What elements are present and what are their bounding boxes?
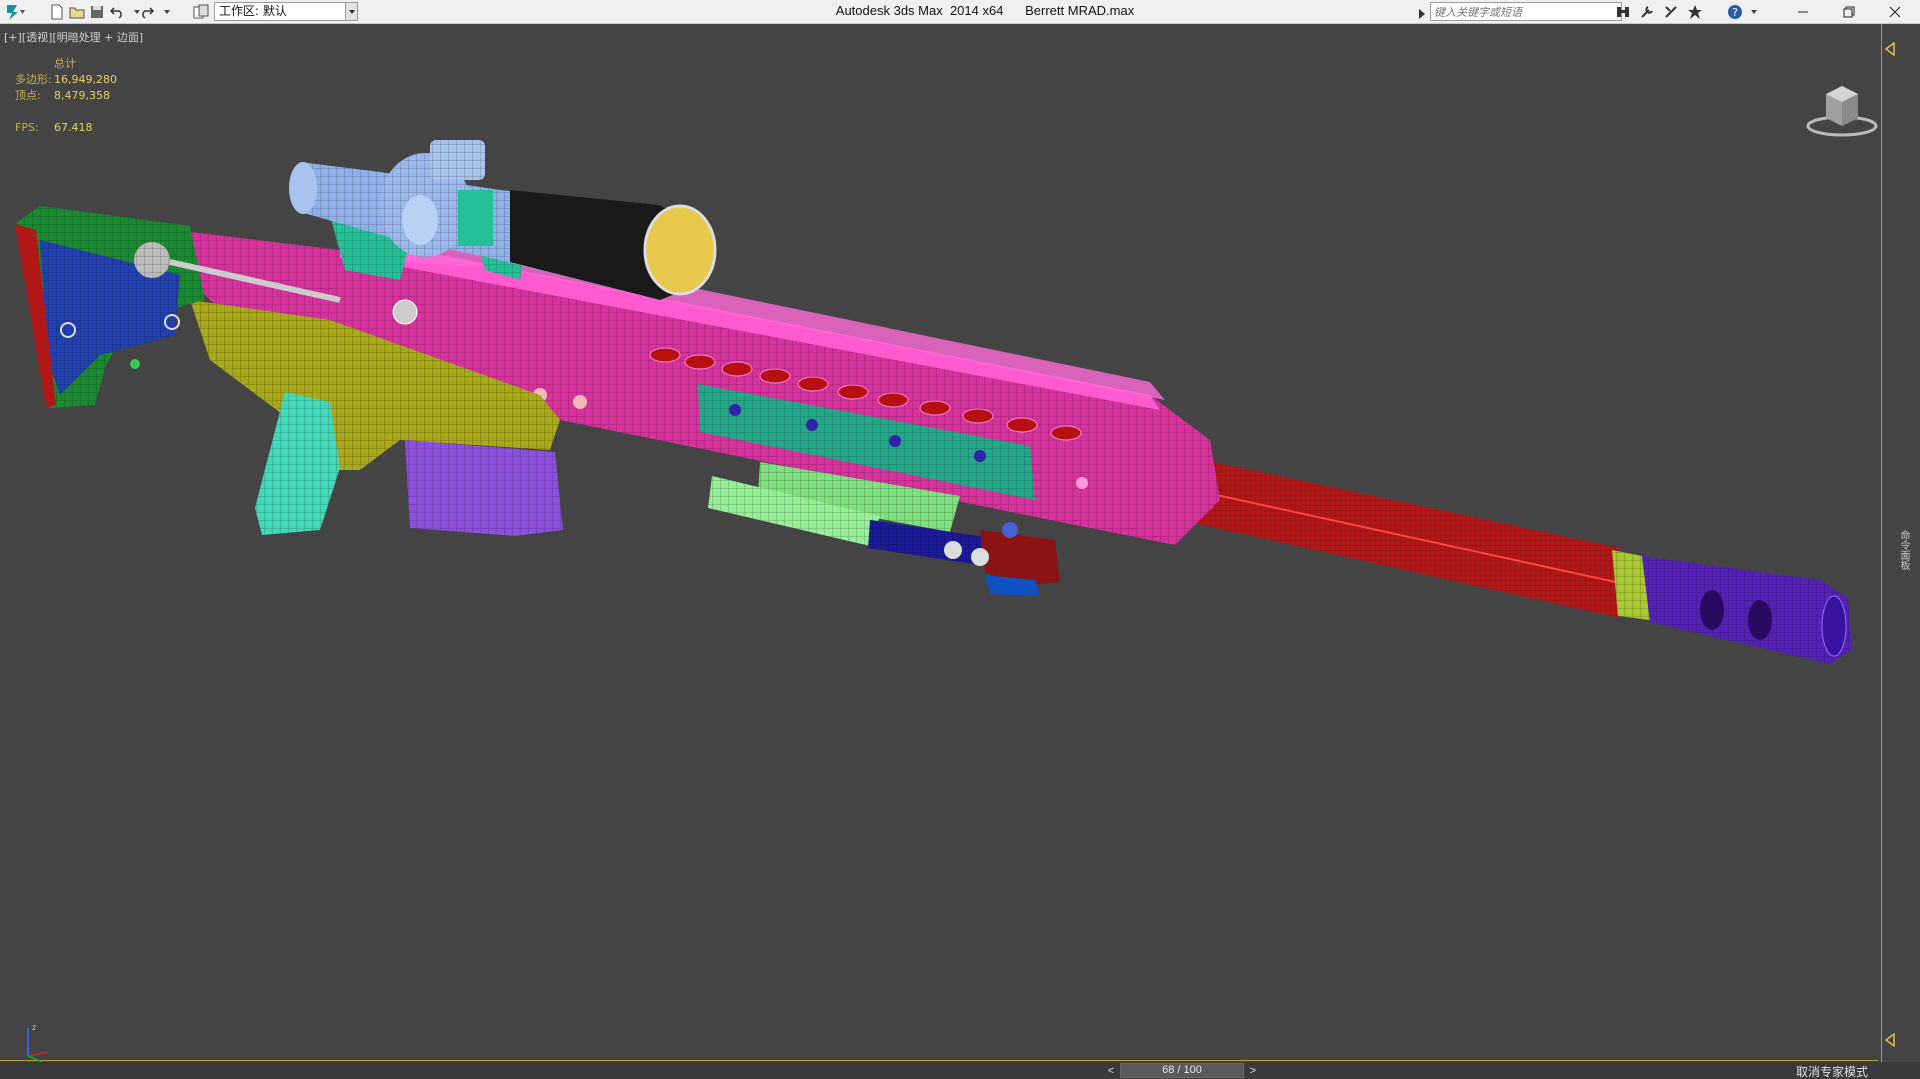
svg-text:?: ? (1732, 6, 1738, 19)
infocenter-search[interactable] (1430, 2, 1622, 21)
command-panel-tab[interactable]: 命令面板 (1896, 530, 1911, 570)
axis-tripod-icon: z (27, 1023, 49, 1062)
viewport-border (1881, 24, 1882, 1062)
close-icon (1889, 6, 1901, 18)
cancel-expert-mode-button[interactable]: 取消专家模式 (1796, 1063, 1868, 1079)
minimize-icon (1798, 11, 1808, 13)
connection-icon[interactable] (1662, 3, 1680, 21)
title-bar: 工作区: 默认 Autodesk 3ds Max 2014 x64 Berret… (0, 0, 1920, 24)
svg-text:z: z (32, 1023, 36, 1032)
search-input[interactable] (1431, 4, 1621, 21)
time-slider-next-button[interactable]: > (1244, 1062, 1262, 1079)
magazine[interactable] (405, 440, 563, 536)
pistol-grip[interactable] (255, 392, 340, 535)
time-slider-prev-button[interactable]: < (1102, 1062, 1120, 1079)
restore-icon (1843, 6, 1855, 18)
binoculars-icon[interactable] (1614, 3, 1632, 21)
search-expand-icon[interactable] (1419, 6, 1425, 24)
favorites-icon[interactable] (1686, 3, 1704, 21)
barrel[interactable] (1179, 455, 1621, 618)
file-name: Berrett MRAD.max (1025, 3, 1135, 18)
rifle-model[interactable] (0, 24, 1880, 1060)
infocenter-toolbar: ? (1614, 3, 1758, 21)
restore-button[interactable] (1826, 0, 1872, 24)
stock[interactable] (15, 206, 205, 408)
minimize-button[interactable] (1780, 0, 1826, 24)
panel-collapse-bottom-icon[interactable] (1884, 1033, 1896, 1047)
frame-display: 68 / 100 (1162, 1064, 1202, 1076)
tools-icon[interactable] (1638, 3, 1656, 21)
help-dropdown-icon[interactable] (1750, 3, 1758, 21)
muzzle-brake[interactable] (1642, 556, 1852, 664)
app-title: Autodesk 3ds Max 2014 x64 (835, 3, 1004, 18)
panel-collapse-top-icon[interactable] (1884, 42, 1896, 56)
viewcube-icon[interactable] (1806, 76, 1882, 140)
perspective-viewport[interactable]: [+][透视][明暗处理 + 边面] 总计 多边形: 16,949,280 顶点:… (0, 24, 1890, 1062)
time-slider[interactable]: 68 / 100 (1120, 1063, 1244, 1078)
time-slider-bar: < 68 / 100 > 取消专家模式 (0, 1062, 1920, 1079)
close-button[interactable] (1872, 0, 1918, 24)
separator (1710, 3, 1720, 21)
help-icon[interactable]: ? (1726, 3, 1744, 21)
